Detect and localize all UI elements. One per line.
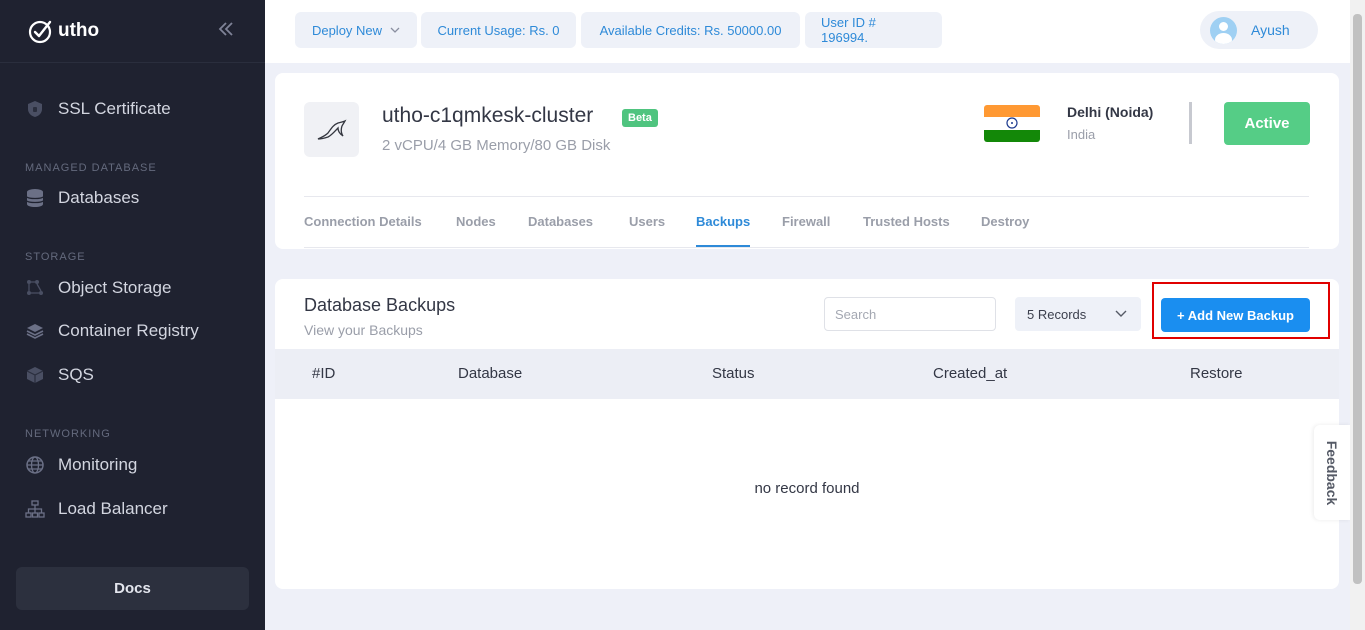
- mariadb-logo-icon: [304, 102, 359, 157]
- chevron-down-icon: [1115, 310, 1127, 317]
- column-header-database: Database: [458, 365, 523, 382]
- deploy-new-dropdown[interactable]: Deploy New: [295, 12, 417, 48]
- tab-nodes[interactable]: Nodes: [456, 214, 496, 229]
- column-header-id: #ID: [312, 365, 336, 382]
- check-circle-icon: [28, 20, 52, 44]
- user-menu[interactable]: Ayush: [1200, 11, 1318, 49]
- sidebar-divider: [0, 62, 265, 63]
- search-input[interactable]: [824, 297, 996, 331]
- add-new-backup-button[interactable]: + Add New Backup: [1161, 298, 1310, 332]
- feedback-label: Feedback: [1324, 440, 1340, 505]
- tab-backups[interactable]: Backups: [696, 214, 750, 229]
- tab-databases[interactable]: Databases: [528, 214, 593, 229]
- shield-icon: [25, 99, 45, 119]
- collapse-sidebar-icon[interactable]: [218, 20, 234, 41]
- records-per-page-select[interactable]: 5 Records: [1015, 297, 1141, 331]
- cluster-card: utho-c1qmkesk-cluster Beta 2 vCPU/4 GB M…: [275, 73, 1339, 249]
- brand-name: utho: [58, 20, 100, 41]
- sidebar-item-ssl-certificate[interactable]: SSL Certificate: [25, 96, 171, 122]
- object-storage-icon: [25, 278, 45, 298]
- table-header: #ID Database Status Created_at Restore: [275, 349, 1339, 399]
- location-city: Delhi (Noida): [1067, 104, 1154, 120]
- sidebar-item-label: SSL Certificate: [58, 99, 171, 118]
- sidebar-item-sqs[interactable]: SQS: [25, 362, 94, 388]
- empty-state-message: no record found: [754, 480, 860, 497]
- sidebar-item-label: Load Balancer: [58, 499, 168, 518]
- page-scrollbar[interactable]: [1350, 0, 1365, 630]
- utho-logo[interactable]: utho: [28, 18, 99, 44]
- backups-card: Database Backups View your Backups 5 Rec…: [275, 279, 1339, 589]
- column-header-created-at: Created_at: [933, 365, 1008, 382]
- section-label-networking: NETWORKING: [25, 428, 111, 440]
- active-tab-indicator: [696, 245, 750, 247]
- globe-icon: [25, 455, 45, 475]
- column-header-status: Status: [712, 365, 755, 382]
- cluster-name: utho-c1qmkesk-cluster: [382, 104, 594, 127]
- available-credits-badge: Available Credits: Rs. 50000.00: [581, 12, 800, 48]
- stack-icon: [25, 365, 45, 385]
- tab-users[interactable]: Users: [629, 214, 665, 229]
- feedback-tab[interactable]: Feedback: [1314, 425, 1350, 520]
- database-icon: [25, 188, 45, 208]
- sidebar-item-container-registry[interactable]: Container Registry: [25, 318, 199, 344]
- user-id-badge: User ID # 196994.: [805, 12, 942, 48]
- sidebar-item-label: SQS: [58, 365, 94, 384]
- records-selected-value: 5 Records: [1027, 306, 1087, 322]
- divider: [304, 196, 1309, 197]
- avatar: [1210, 16, 1237, 44]
- layers-icon: [25, 321, 45, 341]
- chevron-down-icon: [390, 27, 400, 33]
- sidebar-item-label: Monitoring: [58, 455, 138, 474]
- sidebar-item-object-storage[interactable]: Object Storage: [25, 275, 171, 301]
- sidebar-item-label: Databases: [58, 188, 140, 207]
- scrollbar-thumb[interactable]: [1353, 14, 1362, 584]
- deploy-new-label: Deploy New: [311, 22, 383, 38]
- sidebar-item-label: Object Storage: [58, 278, 172, 297]
- docs-button[interactable]: Docs: [16, 567, 249, 610]
- current-usage-badge: Current Usage: Rs. 0: [421, 12, 576, 48]
- status-badge: Active: [1224, 102, 1310, 145]
- cluster-spec: 2 vCPU/4 GB Memory/80 GB Disk: [382, 137, 611, 154]
- tab-connection-details[interactable]: Connection Details: [304, 214, 422, 229]
- india-flag-icon: [984, 105, 1040, 142]
- tabs-divider: [304, 247, 1309, 248]
- network-icon: [25, 499, 45, 519]
- sidebar-item-label: Container Registry: [58, 321, 199, 340]
- tab-destroy[interactable]: Destroy: [981, 214, 1029, 229]
- sidebar-item-load-balancer[interactable]: Load Balancer: [25, 496, 168, 522]
- tab-firewall[interactable]: Firewall: [782, 214, 830, 229]
- section-label-managed-database: MANAGED DATABASE: [25, 162, 157, 174]
- sidebar: utho SSL Certificate MANAGED DATABASE Da…: [0, 0, 265, 630]
- location-country: India: [1067, 127, 1096, 142]
- divider: [1189, 102, 1192, 144]
- username: Ayush: [1251, 22, 1290, 38]
- section-title: Database Backups: [304, 295, 456, 315]
- sidebar-item-monitoring[interactable]: Monitoring: [25, 452, 137, 478]
- beta-badge: Beta: [622, 109, 658, 127]
- tab-trusted-hosts[interactable]: Trusted Hosts: [863, 214, 950, 229]
- column-header-restore: Restore: [1190, 365, 1243, 382]
- sidebar-item-databases[interactable]: Databases: [25, 185, 139, 211]
- section-label-storage: STORAGE: [25, 251, 86, 263]
- section-subtitle: View your Backups: [304, 322, 423, 338]
